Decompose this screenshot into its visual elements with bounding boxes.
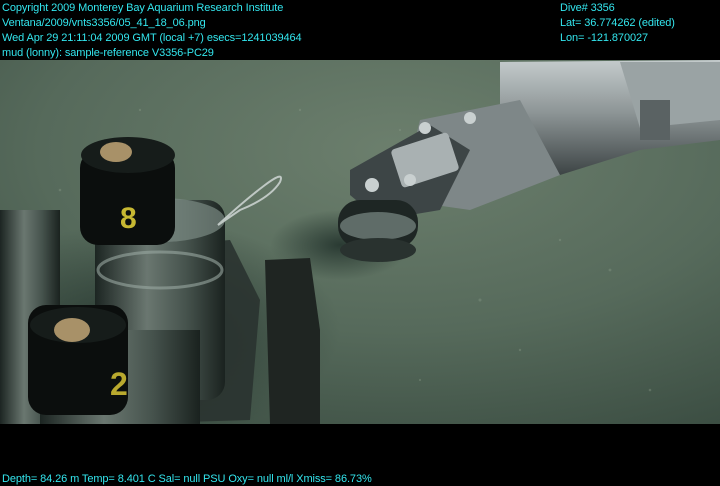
- core-label-1: 8: [120, 202, 137, 235]
- core-handle-2: 2: [28, 305, 128, 415]
- latitude-text: Lat= 36.774262 (edited): [560, 17, 675, 29]
- annotation-text: mud (lonny): sample-reference V3356-PC29: [2, 47, 214, 59]
- core-handle-1: 8: [80, 137, 175, 245]
- copyright-text: Copyright 2009 Monterey Bay Aquarium Res…: [2, 2, 284, 14]
- longitude-text: Lon= -121.870027: [560, 32, 649, 44]
- sensor-readout-text: Depth= 84.26 m Temp= 8.401 C Sal= null P…: [2, 473, 372, 485]
- timestamp-text: Wed Apr 29 21:11:04 2009 GMT (local +7) …: [2, 32, 302, 44]
- seafloor-scene: 8 2: [0, 60, 720, 424]
- video-frame: 8 2 Copyright 2009 Monterey Bay Aquarium…: [0, 0, 720, 486]
- core-label-2: 2: [110, 366, 128, 402]
- dive-number-text: Dive# 3356: [560, 2, 615, 14]
- file-path-text: Ventana/2009/vnts3356/05_41_18_06.png: [2, 17, 206, 29]
